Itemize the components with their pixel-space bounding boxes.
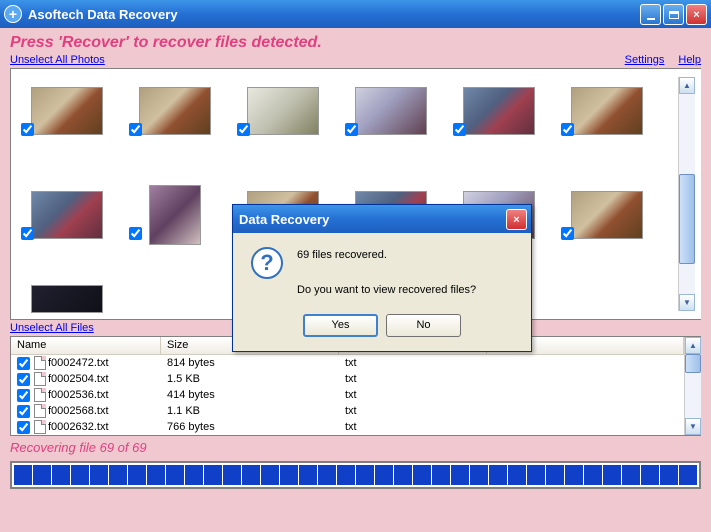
file-icon [34,372,46,386]
file-size: 766 bytes [161,421,339,433]
file-icon [34,404,46,418]
photo-thumbnail[interactable] [17,181,125,261]
file-ext: txt [339,389,487,401]
photo-thumbnail[interactable] [17,77,125,157]
photo-checkbox[interactable] [237,123,250,136]
dialog-titlebar: Data Recovery × [233,205,531,233]
photo-thumbnail[interactable] [557,77,665,157]
photo-checkbox[interactable] [129,123,142,136]
file-row[interactable]: f0002568.txt 1.1 KB txt [11,403,684,419]
thumbnail-image [31,285,103,313]
dialog-line1: 69 files recovered. [297,247,476,265]
status-text: Recovering file 69 of 69 [10,440,701,455]
photo-thumbnail[interactable] [449,77,557,157]
thumbnail-image [31,191,103,239]
dialog-close-button[interactable]: × [506,209,527,230]
dialog-buttons: Yes No [233,314,531,351]
maximize-button[interactable] [663,4,684,25]
thumbnail-image [247,87,319,135]
file-size: 814 bytes [161,357,339,369]
file-name: f0002632.txt [48,421,109,433]
photo-thumbnail[interactable] [125,77,233,157]
file-scrollbar[interactable]: ▲ ▼ [684,337,701,435]
file-ext: txt [339,373,487,385]
file-row[interactable]: f0002504.txt 1.5 KB txt [11,371,684,387]
thumbnail-image [355,87,427,135]
unselect-photos-link[interactable]: Unselect All Photos [10,54,105,66]
file-row[interactable]: f0002632.txt 766 bytes txt [11,419,684,435]
photo-thumbnail[interactable] [17,285,125,365]
close-button[interactable]: × [686,4,707,25]
file-name: f0002568.txt [48,405,109,417]
dialog-line2: Do you want to view recovered files? [297,282,476,300]
photo-scrollbar[interactable]: ▲ ▼ [678,77,695,311]
file-ext: txt [339,421,487,433]
photo-thumbnail[interactable] [125,181,233,261]
thumbnail-image [149,185,201,245]
photo-checkbox[interactable] [129,227,142,240]
titlebar: + Asoftech Data Recovery × [0,0,711,28]
file-icon [34,388,46,402]
file-ext: txt [339,405,487,417]
file-ext: txt [339,357,487,369]
toolbar: Unselect All Photos Settings Help [10,54,701,66]
scroll-track[interactable] [679,94,695,294]
dialog-message: 69 files recovered. Do you want to view … [297,247,476,300]
thumbnail-image [571,87,643,135]
file-name: f0002536.txt [48,389,109,401]
no-button[interactable]: No [386,314,461,337]
yes-button[interactable]: Yes [303,314,378,337]
thumbnail-image [571,191,643,239]
dialog-body: ? 69 files recovered. Do you want to vie… [233,233,531,314]
window-buttons: × [640,4,707,25]
file-checkbox[interactable] [17,421,30,434]
question-icon: ? [251,247,283,279]
dialog: Data Recovery × ? 69 files recovered. Do… [232,204,532,352]
file-size: 1.5 KB [161,373,339,385]
settings-link[interactable]: Settings [625,54,665,66]
photo-checkbox[interactable] [345,123,358,136]
photo-thumbnail[interactable] [341,77,449,157]
photo-thumbnail[interactable] [233,77,341,157]
file-name: f0002504.txt [48,373,109,385]
scroll-up-button[interactable]: ▲ [685,337,701,354]
scroll-up-button[interactable]: ▲ [679,77,695,94]
scroll-thumb[interactable] [685,354,701,373]
thumbnail-image [463,87,535,135]
scroll-down-button[interactable]: ▼ [685,418,701,435]
photo-checkbox[interactable] [21,123,34,136]
scroll-track[interactable] [685,354,701,418]
app-icon: + [4,5,22,23]
help-link[interactable]: Help [678,54,701,66]
window-title: Asoftech Data Recovery [28,7,178,22]
scroll-thumb[interactable] [679,174,695,264]
file-checkbox[interactable] [17,389,30,402]
photo-checkbox[interactable] [453,123,466,136]
scroll-down-button[interactable]: ▼ [679,294,695,311]
file-size: 1.1 KB [161,405,339,417]
file-size: 414 bytes [161,389,339,401]
file-checkbox[interactable] [17,373,30,386]
dialog-title: Data Recovery [239,212,329,227]
file-icon [34,420,46,434]
photo-thumbnail[interactable] [557,181,665,261]
thumbnail-image [139,87,211,135]
minimize-button[interactable] [640,4,661,25]
file-row[interactable]: f0002536.txt 414 bytes txt [11,387,684,403]
thumbnail-image [31,87,103,135]
photo-checkbox[interactable] [561,123,574,136]
progress-bar [10,461,701,489]
photo-checkbox[interactable] [561,227,574,240]
photo-checkbox[interactable] [21,227,34,240]
instruction-text: Press 'Recover' to recover files detecte… [10,34,701,52]
file-checkbox[interactable] [17,405,30,418]
file-icon [34,356,46,370]
